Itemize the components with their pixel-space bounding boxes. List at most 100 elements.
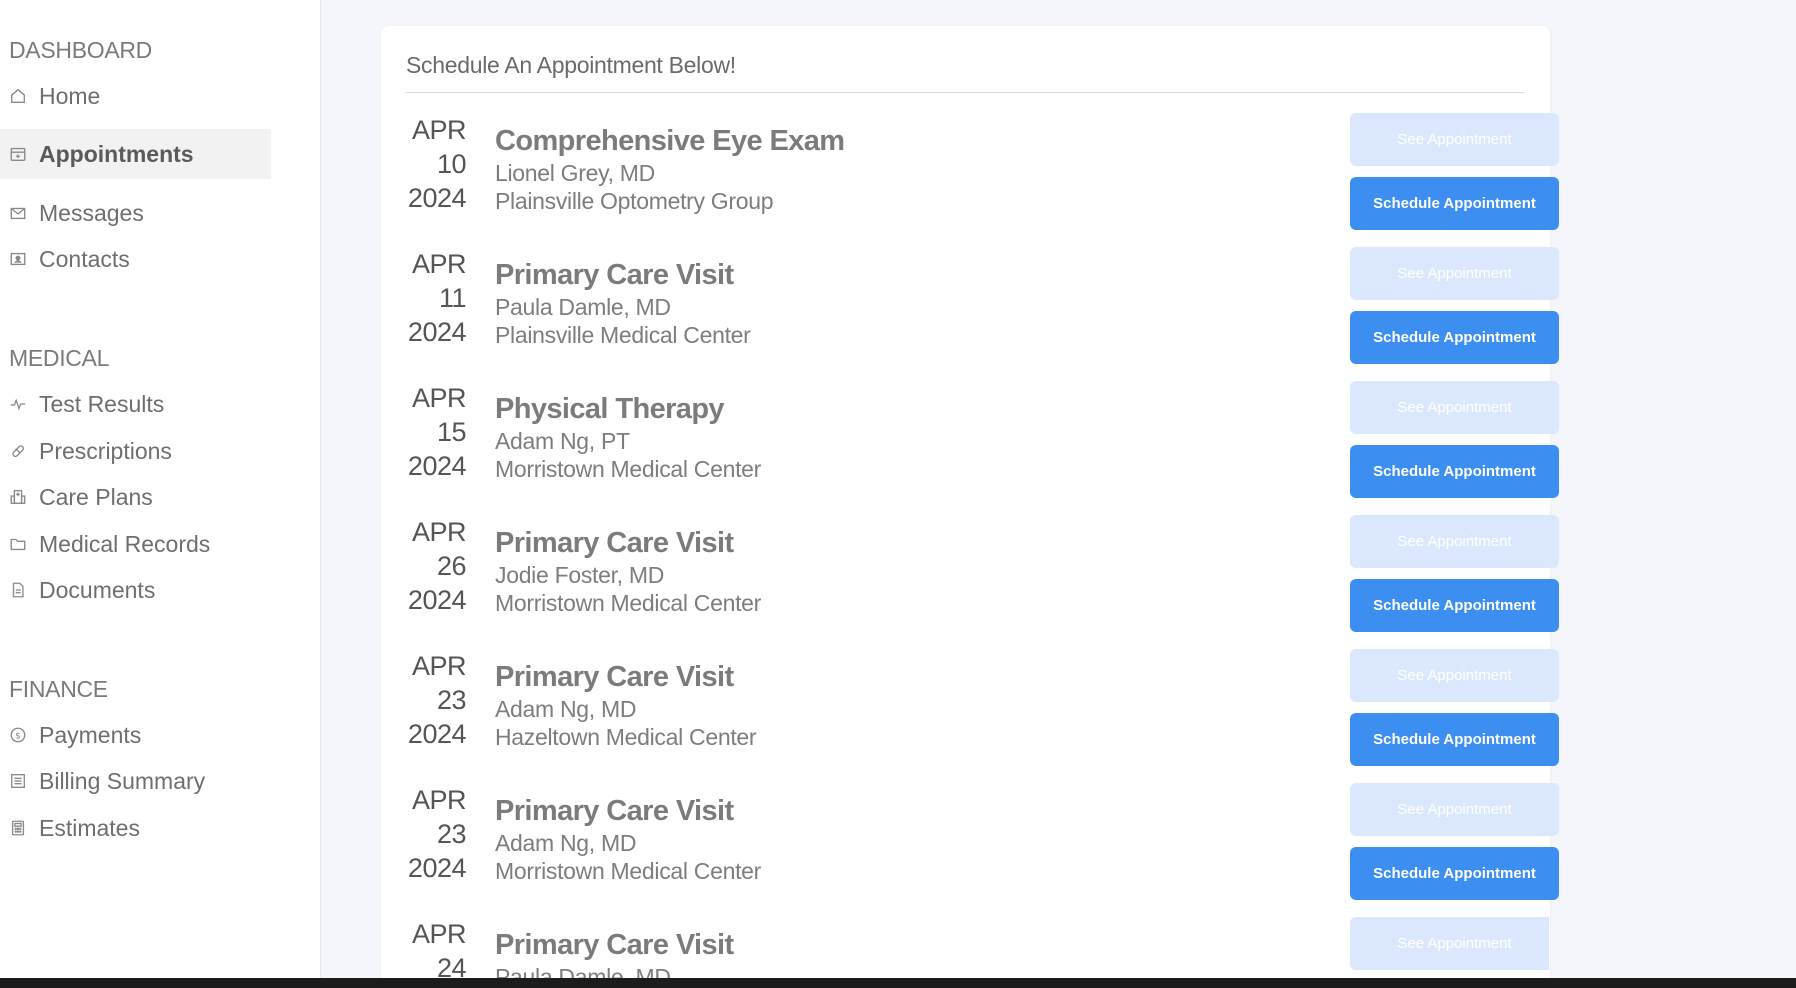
- sidebar-item-medical-records[interactable]: Medical Records: [0, 519, 271, 569]
- appointment-row: APR 24 2024 Primary Care Visit Paula Dam…: [406, 917, 1549, 978]
- sidebar-item-label: Contacts: [39, 245, 130, 272]
- sidebar-item-label: Test Results: [39, 390, 165, 417]
- sidebar-item-messages[interactable]: Messages: [0, 188, 271, 238]
- page-title: Schedule An Appointment Below!: [406, 52, 736, 78]
- sidebar-item-estimates[interactable]: Estimates: [0, 803, 271, 853]
- appointment-provider: Jodie Foster, MD: [495, 562, 665, 588]
- appointment-info: Primary Care Visit Adam Ng, MD Morristow…: [495, 793, 761, 885]
- date-day: 15: [436, 417, 467, 447]
- sidebar-item-prescriptions[interactable]: Prescriptions: [0, 426, 271, 476]
- appointment-title: Primary Care Visit: [495, 661, 734, 693]
- see-appointment-button[interactable]: See Appointment: [1350, 113, 1559, 166]
- section-heading-dashboard: DASHBOARD: [9, 37, 152, 63]
- appointment-date: APR 23 2024: [406, 649, 467, 751]
- appointment-location: Hazeltown Medical Center: [495, 724, 757, 750]
- date-month: APR: [411, 919, 467, 949]
- pill-icon: [8, 441, 28, 461]
- appointment-title: Primary Care Visit: [495, 527, 734, 559]
- appointment-location: Morristown Medical Center: [495, 456, 762, 482]
- schedule-appointment-button[interactable]: Schedule Appointment: [1350, 713, 1559, 766]
- appointment-location: Plainsville Medical Center: [495, 322, 751, 348]
- appointment-date: APR 23 2024: [406, 783, 467, 885]
- date-year: 2024: [407, 183, 467, 213]
- date-year: 2024: [407, 451, 467, 481]
- date-month: APR: [411, 785, 467, 815]
- home-icon: [8, 86, 28, 106]
- appointment-provider: Adam Ng, MD: [495, 696, 637, 722]
- sidebar-item-payments[interactable]: $ Payments: [0, 710, 271, 760]
- appointment-row: APR 10 2024 Comprehensive Eye Exam Lione…: [406, 113, 1559, 247]
- document-icon: [8, 580, 28, 600]
- appointment-date: APR 11 2024: [406, 247, 467, 349]
- date-year: 2024: [407, 719, 467, 749]
- sidebar-item-home[interactable]: Home: [0, 71, 271, 121]
- appointment-title: Comprehensive Eye Exam: [495, 125, 845, 157]
- appointment-location: Morristown Medical Center: [495, 858, 762, 884]
- sidebar-item-label: Documents: [39, 576, 156, 603]
- sidebar-item-label: Appointments: [39, 140, 194, 167]
- dollar-coin-icon: $: [8, 725, 28, 745]
- schedule-appointment-button[interactable]: Schedule Appointment: [1350, 847, 1559, 900]
- sidebar-item-contacts[interactable]: Contacts: [0, 234, 271, 284]
- section-heading-medical: MEDICAL: [9, 345, 110, 371]
- appointment-title: Primary Care Visit: [495, 929, 734, 961]
- date-month: APR: [411, 651, 467, 681]
- appointment-title: Primary Care Visit: [495, 795, 734, 827]
- schedule-appointment-button[interactable]: Schedule Appointment: [1350, 177, 1559, 230]
- sidebar-item-label: Billing Summary: [39, 767, 206, 794]
- appointment-location: Plainsville Optometry Group: [495, 188, 774, 214]
- appointment-info: Primary Care Visit Paula Damle, MD Plain…: [495, 257, 751, 349]
- date-month: APR: [411, 249, 467, 279]
- appointment-provider: Adam Ng, MD: [495, 830, 637, 856]
- appointment-date: APR 15 2024: [406, 381, 467, 483]
- date-day: 23: [436, 685, 467, 715]
- appointment-info: Comprehensive Eye Exam Lionel Grey, MD P…: [495, 123, 845, 215]
- see-appointment-button[interactable]: See Appointment: [1350, 649, 1559, 702]
- sidebar-item-label: Estimates: [39, 814, 140, 841]
- sidebar-item-billing-summary[interactable]: Billing Summary: [0, 756, 271, 806]
- see-appointment-button[interactable]: See Appointment: [1350, 515, 1559, 568]
- schedule-appointment-button[interactable]: Schedule Appointment: [1350, 579, 1559, 632]
- date-day: 26: [436, 551, 467, 581]
- appointment-row: APR 15 2024 Physical Therapy Adam Ng, PT…: [406, 381, 1559, 515]
- section-heading-finance: FINANCE: [9, 676, 108, 702]
- envelope-icon: [8, 203, 28, 223]
- appointment-info: Physical Therapy Adam Ng, PT Morristown …: [495, 391, 761, 483]
- sidebar-item-appointments[interactable]: Appointments: [0, 129, 271, 179]
- date-year: 2024: [407, 317, 467, 347]
- schedule-appointment-button[interactable]: Schedule Appointment: [1350, 311, 1559, 364]
- appointment-info: Primary Care Visit Paula Damle, MD: [495, 927, 734, 978]
- appointment-date: APR 24 2024: [406, 917, 467, 978]
- see-appointment-button[interactable]: See Appointment: [1350, 381, 1559, 434]
- see-appointment-button[interactable]: See Appointment: [1350, 783, 1559, 836]
- sidebar-item-documents[interactable]: Documents: [0, 565, 271, 615]
- appointment-date: APR 10 2024: [406, 113, 467, 215]
- date-day: 11: [438, 283, 467, 313]
- appointment-info: Primary Care Visit Jodie Foster, MD Morr…: [495, 525, 761, 617]
- sidebar-item-test-results[interactable]: Test Results: [0, 379, 271, 429]
- receipt-icon: [8, 771, 28, 791]
- sidebar-item-label: Messages: [39, 199, 144, 226]
- see-appointment-button[interactable]: See Appointment: [1350, 917, 1549, 970]
- appointment-row: APR 23 2024 Primary Care Visit Adam Ng, …: [406, 649, 1559, 783]
- appointment-provider: Paula Damle, MD: [495, 964, 671, 978]
- appointment-date: APR 26 2024: [406, 515, 467, 617]
- hospital-icon: [8, 487, 28, 507]
- folder-icon: [8, 534, 28, 554]
- see-appointment-button[interactable]: See Appointment: [1350, 247, 1559, 300]
- calculator-icon: [8, 818, 28, 838]
- sidebar-item-label: Prescriptions: [39, 437, 172, 464]
- appointment-provider: Paula Damle, MD: [495, 294, 671, 320]
- schedule-appointment-button[interactable]: Schedule Appointment: [1350, 445, 1559, 498]
- calendar-icon: [8, 144, 28, 164]
- appointment-title: Primary Care Visit: [495, 259, 734, 291]
- date-day: 24: [436, 953, 467, 978]
- date-year: 2024: [407, 585, 467, 615]
- date-month: APR: [411, 115, 467, 145]
- appointments-card: Schedule An Appointment Below! APR 10 20…: [381, 26, 1559, 986]
- date-month: APR: [411, 517, 467, 547]
- sidebar-item-care-plans[interactable]: Care Plans: [0, 472, 271, 522]
- appointment-location: Morristown Medical Center: [495, 590, 762, 616]
- appointment-info: Primary Care Visit Adam Ng, MD Hazeltown…: [495, 659, 757, 751]
- pulse-icon: [8, 394, 28, 414]
